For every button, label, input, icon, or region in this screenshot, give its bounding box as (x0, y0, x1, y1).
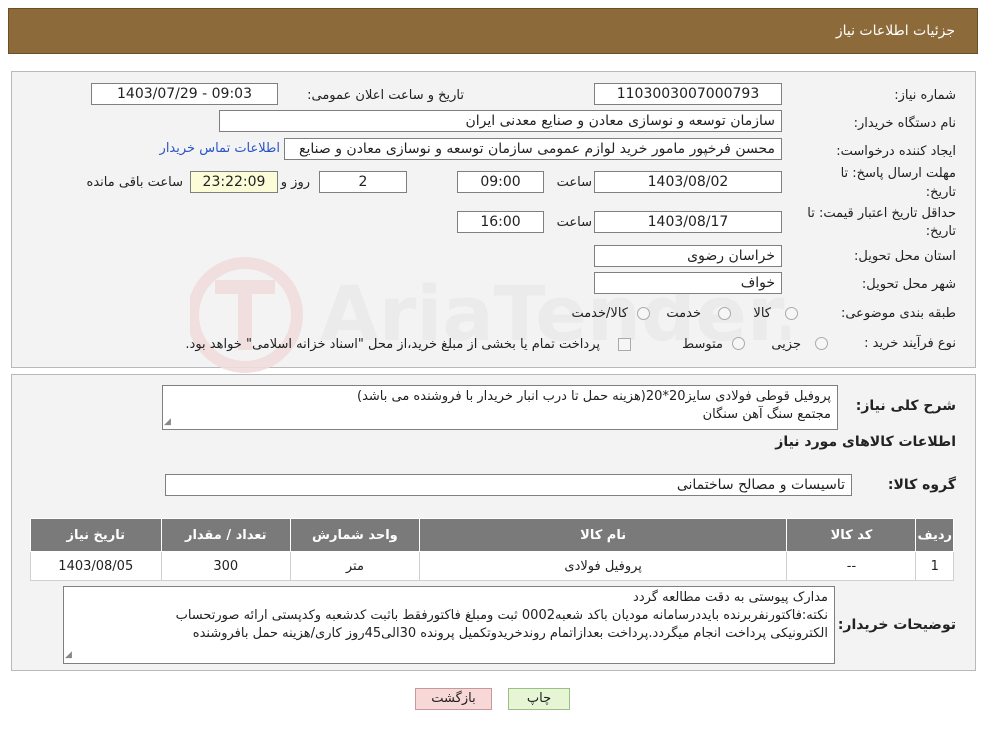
need-number-label: شماره نیاز: (894, 88, 956, 103)
buyer-org-label: نام دستگاه خریدار: (853, 116, 956, 131)
validity-label-2: تاریخ: (925, 224, 956, 239)
process-note: پرداخت تمام یا بخشی از مبلغ خرید،از محل … (185, 337, 600, 352)
summary-line-1: پروفیل قوطی فولادی سایز20*20(هزینه حمل ت… (357, 389, 831, 404)
category-option-service: خدمت (666, 306, 701, 321)
cell-name: پروفیل فولادی (418, 551, 788, 581)
buyer-notes-line-2: نکته:فاکتورنفربرنده بایددرسامانه مودیان … (175, 608, 828, 623)
city-label: شهر محل تحویل: (861, 277, 956, 292)
col-code-header: کد کالا (786, 518, 917, 552)
deadline-label: مهلت ارسال پاسخ: تا (840, 166, 956, 181)
cell-row: 1 (915, 551, 954, 581)
creator-label: ایجاد کننده درخواست: (836, 144, 956, 159)
province-label: استان محل تحویل: (854, 249, 956, 264)
cell-code: -- (786, 551, 917, 581)
page-header: جزئیات اطلاعات نیاز (8, 8, 978, 54)
remaining-time-field: 23:22:09 (190, 171, 278, 193)
city-field: خواف (594, 272, 782, 294)
col-qty-header: تعداد / مقدار (160, 518, 291, 552)
process-label: نوع فرآیند خرید : (864, 336, 956, 351)
validity-time-field: 16:00 (457, 211, 544, 233)
print-button[interactable]: چاپ (508, 688, 570, 710)
validity-time-word: ساعت (556, 215, 592, 230)
col-row-header: ردیف (915, 518, 954, 552)
goods-group-label: گروه کالا: (887, 477, 956, 493)
summary-line-2: مجتمع سنگ آهن سنگان (702, 407, 831, 422)
table-header-row: ردیف کد کالا نام کالا واحد شمارش تعداد /… (30, 518, 954, 552)
process-radio-minor[interactable] (815, 337, 828, 350)
deadline-time-word: ساعت (556, 175, 592, 190)
page-title: جزئیات اطلاعات نیاز (835, 23, 955, 39)
announce-field: 1403/07/29 - 09:03 (91, 83, 278, 105)
cell-qty: 300 (160, 551, 291, 581)
category-radio-goods-service[interactable] (637, 307, 650, 320)
buyer-contact-link[interactable]: اطلاعات تماس خریدار (160, 141, 280, 156)
need-number-field: 1103003007000793 (594, 83, 782, 105)
items-table-wrap: ردیف کد کالا نام کالا واحد شمارش تعداد /… (30, 518, 954, 581)
category-radio-service[interactable] (718, 307, 731, 320)
process-option-medium: متوسط (682, 337, 723, 352)
category-radio-goods[interactable] (785, 307, 798, 320)
deadline-label-2: تاریخ: (925, 185, 956, 200)
summary-textarea: پروفیل قوطی فولادی سایز20*20(هزینه حمل ت… (162, 385, 838, 430)
cell-unit: متر (289, 551, 420, 581)
days-word: روز و (280, 175, 310, 190)
table-row: 1 -- پروفیل فولادی متر 300 1403/08/05 (30, 551, 954, 581)
category-option-goods-service: کالا/خدمت (571, 306, 628, 321)
cell-date: 1403/08/05 (30, 551, 162, 581)
summary-label: شرح کلی نیاز: (855, 398, 956, 414)
col-name-header: نام کالا (418, 518, 788, 552)
remaining-word: ساعت باقی مانده (86, 175, 183, 190)
category-label: طبقه بندی موضوعی: (840, 306, 956, 321)
announce-label: تاریخ و ساعت اعلان عمومی: (307, 88, 464, 103)
buyer-org-field: سازمان توسعه و نوسازی معادن و صنایع معدن… (219, 110, 782, 132)
days-remaining-field: 2 (319, 171, 407, 193)
creator-field: محسن فرخپور مامور خرید لوازم عمومی سازما… (284, 138, 782, 160)
process-radio-medium[interactable] (732, 337, 745, 350)
treasury-checkbox[interactable] (618, 338, 631, 351)
back-button[interactable]: بازگشت (415, 688, 492, 710)
resize-handle-icon[interactable]: ◢ (164, 417, 174, 427)
deadline-date-field: 1403/08/02 (594, 171, 782, 193)
deadline-time-field: 09:00 (457, 171, 544, 193)
buyer-notes-textarea: مدارک پیوستی به دقت مطالعه گردد نکته:فاک… (63, 586, 835, 664)
province-field: خراسان رضوی (594, 245, 782, 267)
goods-info-title: اطلاعات کالاهای مورد نیاز (775, 434, 956, 450)
col-unit-header: واحد شمارش (289, 518, 420, 552)
buyer-notes-line-1: مدارک پیوستی به دقت مطالعه گردد (633, 590, 828, 605)
process-option-minor: جزیی (771, 337, 801, 352)
items-table: ردیف کد کالا نام کالا واحد شمارش تعداد /… (30, 518, 954, 581)
validity-label: حداقل تاریخ اعتبار قیمت: تا (807, 206, 956, 221)
goods-group-field: تاسیسات و مصالح ساختمانی (165, 474, 852, 496)
buyer-notes-line-3: الکترونیکی پرداخت انجام میگردد.پرداخت بع… (192, 626, 828, 641)
notes-resize-handle-icon[interactable]: ◢ (65, 650, 75, 660)
buyer-notes-label: توضیحات خریدار: (837, 617, 956, 633)
category-option-goods: کالا (753, 306, 771, 321)
validity-date-field: 1403/08/17 (594, 211, 782, 233)
col-date-header: تاریخ نیاز (30, 518, 162, 552)
